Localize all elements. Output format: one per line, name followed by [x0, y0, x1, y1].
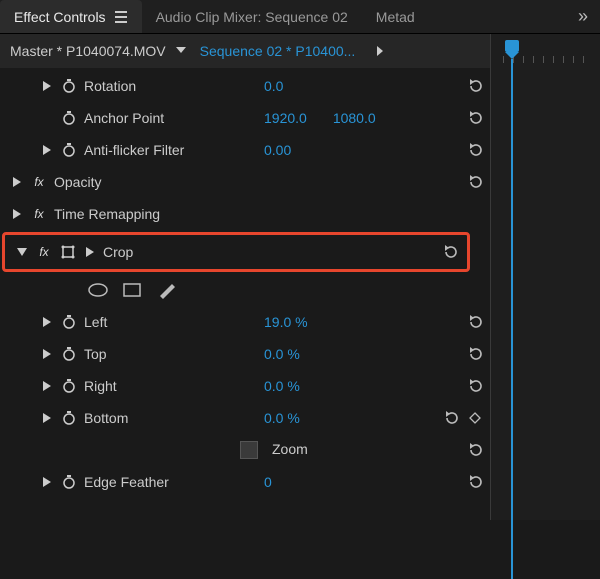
master-clip-selector[interactable]: Master * P1040074.MOV	[10, 43, 166, 59]
property-row-crop-bottom: Bottom 0.0 %	[0, 402, 492, 434]
reset-rotation[interactable]	[466, 77, 484, 95]
crop-left-label: Left	[84, 314, 107, 330]
reset-crop-top[interactable]	[466, 345, 484, 363]
twirl-crop-left[interactable]	[40, 315, 54, 329]
tab-effect-controls[interactable]: Effect Controls	[0, 0, 142, 33]
sequence-clip-selector[interactable]: Sequence 02 * P10400...	[200, 43, 356, 59]
effect-row-crop-highlight: fx Crop	[2, 232, 470, 272]
anchor-label: Anchor Point	[84, 110, 164, 126]
crop-right-label: Right	[84, 378, 117, 394]
crop-direct-manip-icon[interactable]	[59, 244, 77, 260]
chevron-down-icon[interactable]	[176, 47, 186, 53]
edgefeather-value[interactable]: 0	[264, 474, 272, 490]
effect-row-opacity: fx Opacity	[0, 166, 492, 198]
reset-edgefeather[interactable]	[466, 473, 484, 491]
effect-row-crop[interactable]: fx Crop	[5, 235, 467, 269]
twirl-antiflicker[interactable]	[40, 143, 54, 157]
anchor-x-value[interactable]: 1920.0	[264, 110, 307, 126]
reset-crop-zoom[interactable]	[466, 441, 484, 459]
crop-zoom-checkbox[interactable]	[240, 441, 258, 459]
stopwatch-icon[interactable]	[60, 79, 78, 93]
opacity-label: Opacity	[54, 174, 101, 190]
property-row-anchor-point: Anchor Point 1920.0 1080.0	[0, 102, 492, 134]
property-row-crop-left: Left 19.0 %	[0, 306, 492, 338]
twirl-crop-right[interactable]	[40, 379, 54, 393]
tab-audio-clip-mixer[interactable]: Audio Clip Mixer: Sequence 02	[142, 0, 362, 33]
panel-tab-bar: Effect Controls Audio Clip Mixer: Sequen…	[0, 0, 600, 34]
mask-rectangle-button[interactable]	[120, 280, 144, 300]
reset-crop-left[interactable]	[466, 313, 484, 331]
reset-antiflicker[interactable]	[466, 141, 484, 159]
effect-row-time-remapping: fx Time Remapping	[0, 198, 492, 230]
tab-audio-mixer-label: Audio Clip Mixer: Sequence 02	[156, 9, 348, 25]
play-icon[interactable]	[377, 46, 383, 56]
panel-menu-icon[interactable]	[114, 11, 128, 23]
anchor-y-value[interactable]: 1080.0	[333, 110, 376, 126]
crop-right-value[interactable]: 0.0 %	[264, 378, 300, 394]
crop-label: Crop	[103, 244, 133, 260]
antiflicker-label: Anti-flicker Filter	[84, 142, 184, 158]
master-clip-label: Master * P1040074.MOV	[10, 43, 166, 59]
crop-mask-shapes	[0, 274, 492, 306]
twirl-edgefeather[interactable]	[40, 475, 54, 489]
playhead[interactable]	[505, 40, 519, 59]
property-row-crop-top: Top 0.0 %	[0, 338, 492, 370]
fx-badge-icon[interactable]: fx	[30, 175, 48, 189]
effect-timeline[interactable]	[490, 34, 600, 520]
twirl-crop[interactable]	[15, 245, 29, 259]
stopwatch-icon[interactable]	[60, 411, 78, 425]
property-row-edge-feather: Edge Feather 0	[0, 466, 492, 498]
tab-metadata[interactable]: Metad	[362, 0, 429, 33]
property-row-antiflicker: Anti-flicker Filter 0.00	[0, 134, 492, 166]
rotation-label: Rotation	[84, 78, 136, 94]
stopwatch-icon[interactable]	[60, 379, 78, 393]
effects-list: Rotation 0.0 Anchor Point 1920.0 1080.0	[0, 68, 492, 498]
crop-left-value[interactable]: 19.0 %	[264, 314, 308, 330]
property-row-rotation: Rotation 0.0	[0, 70, 492, 102]
twirl-rotation[interactable]	[40, 79, 54, 93]
fx-badge-icon[interactable]: fx	[30, 207, 48, 221]
tab-effect-controls-label: Effect Controls	[14, 9, 106, 25]
crop-top-label: Top	[84, 346, 107, 362]
rotation-value[interactable]: 0.0	[264, 78, 283, 94]
reset-crop-right[interactable]	[466, 377, 484, 395]
twirl-opacity[interactable]	[10, 175, 24, 189]
twirl-timeremap[interactable]	[10, 207, 24, 221]
property-row-crop-zoom: Zoom	[0, 434, 492, 466]
stopwatch-icon[interactable]	[60, 111, 78, 125]
fx-badge-icon[interactable]: fx	[35, 245, 53, 259]
timeremap-label: Time Remapping	[54, 206, 160, 222]
tab-metadata-label: Metad	[376, 9, 415, 25]
stopwatch-icon[interactable]	[60, 475, 78, 489]
stopwatch-icon[interactable]	[60, 143, 78, 157]
stopwatch-icon[interactable]	[60, 315, 78, 329]
property-row-crop-right: Right 0.0 %	[0, 370, 492, 402]
chevron-double-right-icon: »	[578, 6, 588, 27]
crop-bottom-value[interactable]: 0.0 %	[264, 410, 300, 426]
reset-crop-bottom[interactable]	[442, 409, 460, 427]
stopwatch-icon[interactable]	[60, 347, 78, 361]
crop-top-value[interactable]: 0.0 %	[264, 346, 300, 362]
keyframe-nav-crop-bottom[interactable]	[466, 409, 484, 427]
twirl-crop-top[interactable]	[40, 347, 54, 361]
direct-manip-toggle[interactable]	[83, 245, 97, 259]
crop-bottom-label: Bottom	[84, 410, 128, 426]
mask-pen-button[interactable]	[154, 280, 178, 300]
reset-opacity[interactable]	[466, 173, 484, 191]
edgefeather-label: Edge Feather	[84, 474, 169, 490]
tab-overflow-button[interactable]: »	[566, 0, 600, 33]
twirl-crop-bottom[interactable]	[40, 411, 54, 425]
sequence-clip-label: Sequence 02 * P10400...	[200, 43, 356, 59]
reset-crop[interactable]	[441, 243, 459, 261]
crop-zoom-label: Zoom	[272, 441, 308, 459]
mask-ellipse-button[interactable]	[86, 280, 110, 300]
reset-anchor[interactable]	[466, 109, 484, 127]
antiflicker-value[interactable]: 0.00	[264, 142, 291, 158]
